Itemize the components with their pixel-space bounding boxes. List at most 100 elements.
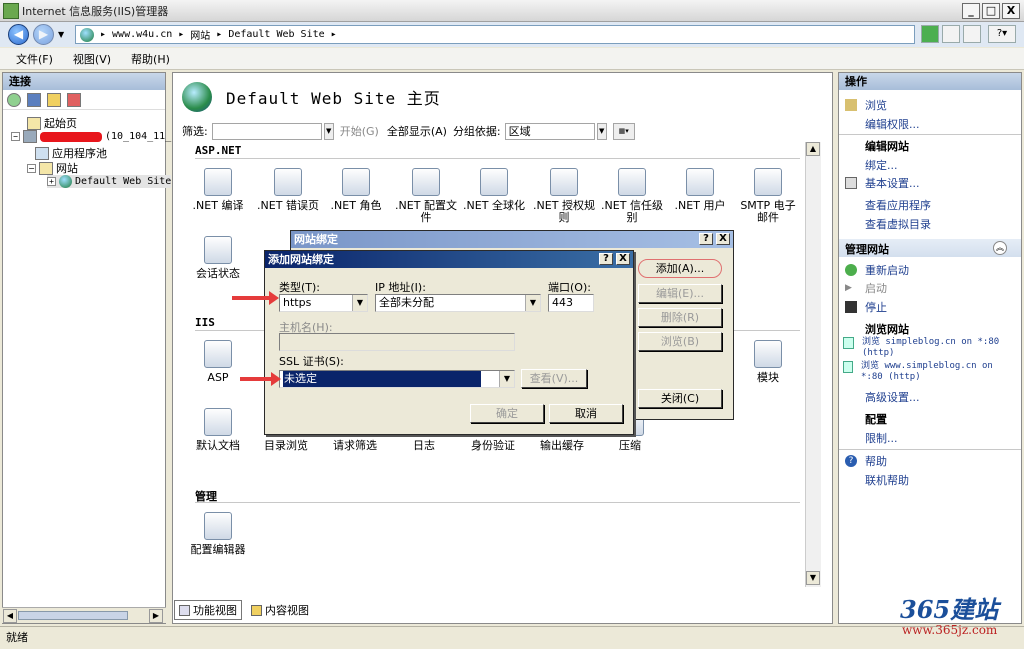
features-vertical-scrollbar[interactable]: ▲ ▼ — [805, 142, 821, 587]
section-divider — [195, 158, 800, 159]
breadcrumb-sites[interactable]: 网站 — [190, 27, 210, 42]
scroll-right-button[interactable]: ▶ — [149, 609, 163, 623]
ip-address-select[interactable]: 全部未分配 ▼ — [375, 294, 541, 312]
action-restart[interactable]: 重新启动 — [845, 262, 909, 278]
feature-config-editor[interactable]: 配置编辑器 — [184, 512, 252, 556]
app-pool-icon — [35, 146, 49, 160]
feature-net-globalization[interactable]: .NET 全球化 — [461, 168, 527, 212]
minimize-button[interactable]: _ — [962, 3, 980, 19]
add-dialog-help-button[interactable]: ? — [599, 253, 613, 265]
home-icon[interactable] — [963, 25, 981, 43]
menu-file[interactable]: 文件(F) — [16, 51, 53, 67]
scroll-left-button[interactable]: ◀ — [3, 609, 17, 623]
action-browse[interactable]: 浏览 — [845, 97, 887, 113]
scroll-thumb[interactable] — [18, 611, 128, 620]
collapse-icon[interactable]: − — [27, 163, 36, 173]
port-input[interactable]: 443 — [548, 294, 594, 312]
chevron-down-icon[interactable]: ▼ — [525, 295, 540, 311]
feature-modules[interactable]: 模块 — [735, 340, 801, 384]
browse-binding-button[interactable]: 浏览(B) — [638, 332, 722, 351]
scroll-down-button[interactable]: ▼ — [806, 571, 820, 585]
type-select[interactable]: https ▼ — [279, 294, 368, 312]
action-advanced-settings[interactable]: 高级设置... — [865, 389, 920, 405]
ok-button[interactable]: 确定 — [470, 404, 544, 423]
action-start[interactable]: ▶ 启动 — [845, 280, 887, 296]
cancel-button[interactable]: 取消 — [549, 404, 623, 423]
tree-item-default-web-site[interactable]: + Default Web Site — [47, 175, 172, 188]
tree-item-sites[interactable]: − 网站 — [27, 160, 78, 176]
chevron-down-icon[interactable]: ▼ — [352, 295, 367, 311]
collapse-up-icon[interactable]: ︽ — [993, 241, 1007, 255]
group-by-select[interactable]: 区域 — [504, 122, 595, 140]
back-button[interactable]: ◀ — [8, 24, 29, 45]
add-binding-button[interactable]: 添加(A)... — [638, 259, 722, 278]
menu-view[interactable]: 视图(V) — [73, 51, 111, 67]
tree-item-start-page[interactable]: 起始页 — [27, 115, 77, 131]
tree-item-server[interactable]: − (10_104_11_ — [11, 130, 171, 143]
save-icon[interactable] — [27, 92, 41, 107]
feature-net-users[interactable]: .NET 用户 — [667, 168, 733, 212]
feature-default-document[interactable]: 默认文档 — [185, 408, 251, 452]
menu-help[interactable]: 帮助(H) — [131, 51, 170, 67]
edit-binding-button[interactable]: 编辑(E)... — [638, 284, 722, 303]
close-window-button[interactable]: X — [1002, 3, 1020, 19]
tree-item-app-pools[interactable]: 应用程序池 — [35, 145, 107, 161]
feature-smtp-email[interactable]: SMTP 电子邮件 — [735, 168, 801, 224]
action-help[interactable]: ? 帮助 — [845, 453, 887, 469]
up-folder-icon[interactable] — [47, 92, 61, 107]
ip-address-label: IP 地址(I): — [375, 281, 426, 294]
group-by-dropdown-icon[interactable]: ▼ — [596, 122, 607, 140]
add-dialog-close-button[interactable]: X — [616, 253, 630, 265]
collapse-icon[interactable]: − — [11, 132, 20, 141]
action-basic-settings[interactable]: 基本设置... — [845, 175, 920, 191]
tab-content-view[interactable]: 内容视图 — [246, 600, 314, 620]
port-label: 端口(O): — [548, 281, 591, 294]
tab-features-view[interactable]: 功能视图 — [174, 600, 242, 620]
feature-net-roles[interactable]: .NET 角色 — [323, 168, 389, 212]
expand-icon[interactable]: + — [47, 177, 56, 186]
feature-net-authorization[interactable]: .NET 授权规则 — [531, 168, 597, 224]
action-limits[interactable]: 限制... — [865, 430, 898, 446]
show-all-button[interactable]: 全部显示(A) — [387, 123, 447, 139]
action-bindings[interactable]: 绑定... — [865, 157, 898, 173]
feature-net-compilation[interactable]: .NET 编译 — [185, 168, 251, 212]
action-view-virtual-directories[interactable]: 查看虚拟目录 — [865, 216, 931, 232]
filter-dropdown-icon[interactable]: ▼ — [323, 122, 334, 140]
dialog-close-button[interactable]: X — [716, 233, 730, 245]
action-stop[interactable]: 停止 — [845, 299, 887, 315]
dialog-help-button[interactable]: ? — [699, 233, 713, 245]
address-breadcrumb[interactable]: ▸ www.w4u.cn ▸ 网站 ▸ Default Web Site ▸ — [75, 25, 915, 44]
disconnect-icon[interactable] — [67, 92, 81, 107]
ssl-cert-select[interactable]: 未选定 ▼ — [279, 370, 515, 388]
breadcrumb-default-site[interactable]: Default Web Site — [228, 29, 324, 40]
feature-session-state[interactable]: 会话状态 — [185, 236, 251, 280]
chevron-down-icon[interactable]: ▼ — [499, 371, 514, 387]
scroll-up-button[interactable]: ▲ — [806, 142, 820, 156]
action-browse-binding-1[interactable]: 浏览 simpleblog.cn on *:80 (http) — [843, 337, 1019, 359]
action-browse-binding-2[interactable]: 浏览 www.simpleblog.cn on *:80 (http) — [843, 361, 1019, 383]
start-filter-button[interactable]: 开始(G) — [340, 123, 379, 139]
action-online-help[interactable]: 联机帮助 — [865, 472, 909, 488]
connect-icon[interactable] — [7, 92, 21, 107]
feature-net-profile[interactable]: .NET 配置文件 — [393, 168, 459, 224]
iis-app-icon — [3, 3, 19, 19]
feature-net-error-pages[interactable]: .NET 错误页 — [255, 168, 321, 212]
stop-icon[interactable] — [942, 25, 960, 43]
action-view-applications[interactable]: 查看应用程序 — [865, 197, 931, 213]
connections-horizontal-scrollbar[interactable]: ◀ ▶ — [2, 607, 166, 623]
site-bindings-title: 网站绑定 ? X — [291, 231, 733, 248]
view-cert-button[interactable]: 查看(V)... — [521, 369, 587, 388]
view-mode-icon[interactable]: ▦▾ — [612, 122, 635, 140]
remove-binding-button[interactable]: 删除(R) — [638, 308, 722, 327]
refresh-icon[interactable] — [921, 25, 939, 43]
hostname-input[interactable] — [279, 333, 515, 351]
close-bindings-button[interactable]: 关闭(C) — [638, 389, 722, 408]
history-dropdown-icon[interactable]: ▼ — [58, 30, 64, 39]
action-edit-permissions[interactable]: 编辑权限... — [865, 116, 920, 132]
filter-input[interactable] — [211, 122, 322, 140]
maximize-button[interactable]: □ — [982, 3, 1000, 19]
breadcrumb-server[interactable]: www.w4u.cn — [112, 29, 172, 40]
feature-net-trust-levels[interactable]: .NET 信任级别 — [599, 168, 665, 224]
help-dropdown-icon[interactable]: ?▾ — [988, 25, 1016, 43]
forward-button[interactable]: ▶ — [33, 24, 54, 45]
